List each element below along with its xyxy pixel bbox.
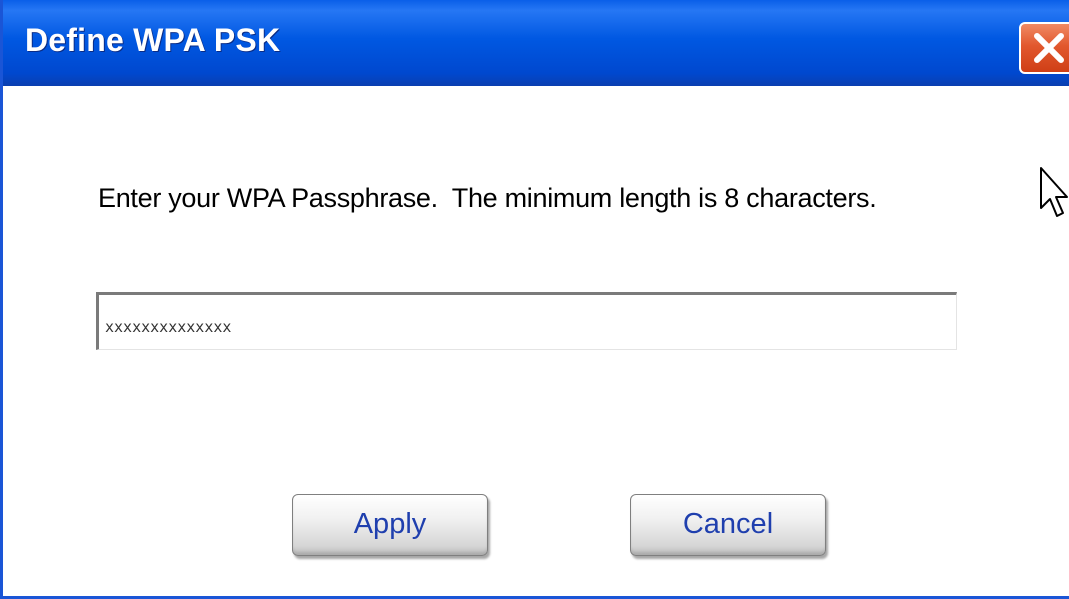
passphrase-input[interactable] xyxy=(96,292,957,350)
apply-button[interactable]: Apply xyxy=(292,494,488,556)
title-bar[interactable]: Define WPA PSK xyxy=(3,0,1069,86)
instruction-text: Enter your WPA Passphrase. The minimum l… xyxy=(98,183,877,213)
dialog-window: Define WPA PSK Enter your WPA Passphrase… xyxy=(0,0,1069,599)
dialog-title: Define WPA PSK xyxy=(25,22,281,58)
close-icon xyxy=(1034,33,1064,63)
close-button[interactable] xyxy=(1019,22,1069,74)
cancel-button[interactable]: Cancel xyxy=(630,494,826,556)
mouse-pointer-icon xyxy=(1040,167,1068,217)
